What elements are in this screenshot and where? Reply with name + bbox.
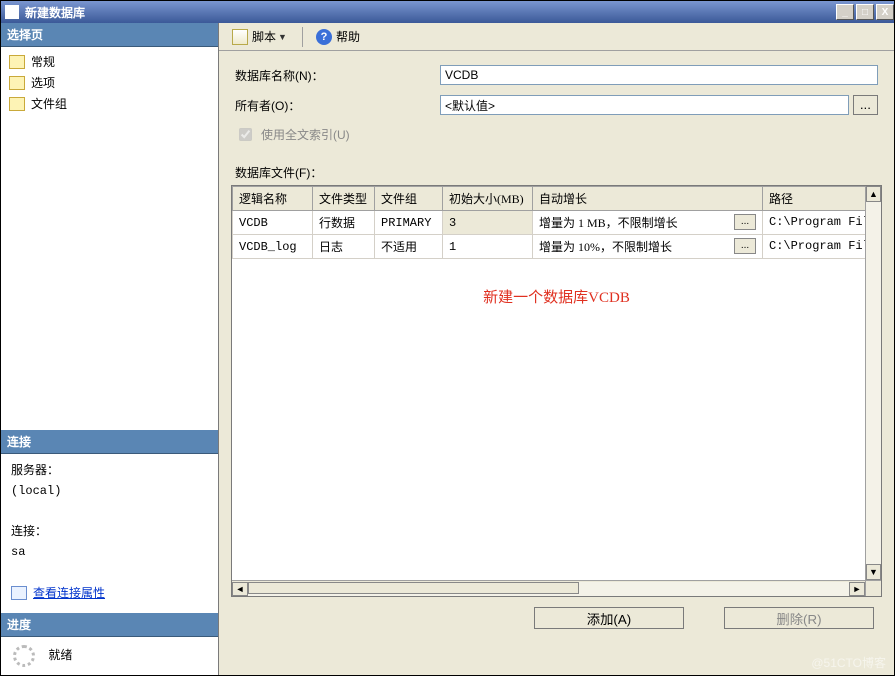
help-icon: ? — [316, 29, 332, 45]
sidebar-header-connection: 连接 — [1, 430, 218, 454]
autogrow-browse-button[interactable]: ... — [734, 214, 756, 230]
autogrow-browse-button[interactable]: ... — [734, 238, 756, 254]
table-row[interactable]: VCDB 行数据 PRIMARY 3 增量为 1 MB，不限制增长 ... ..… — [233, 211, 883, 235]
script-icon — [232, 29, 248, 45]
dbname-input[interactable] — [440, 65, 878, 85]
cell-filegroup[interactable]: PRIMARY — [375, 211, 443, 235]
title-bar: 新建数据库 _ □ X — [1, 1, 894, 23]
scroll-left-icon[interactable]: ◄ — [232, 582, 248, 596]
main-panel: 脚本 ▼ ? 帮助 数据库名称(N)： 所有者(O)： — [219, 23, 894, 675]
th-initsize[interactable]: 初始大小(MB) — [443, 187, 533, 211]
sidebar-item-options[interactable]: 选项 — [1, 72, 218, 93]
server-value: (local) — [11, 481, 208, 501]
scroll-thumb[interactable] — [248, 582, 579, 594]
minimize-button[interactable]: _ — [836, 4, 854, 20]
connection-info: 服务器： (local) 连接： sa 查看连接属性 — [1, 454, 218, 613]
progress-spinner-icon — [13, 645, 35, 667]
filetable-caption: 数据库文件(F)： — [219, 164, 894, 185]
owner-input[interactable] — [440, 95, 849, 115]
maximize-button[interactable]: □ — [856, 4, 874, 20]
owner-label: 所有者(O)： — [235, 97, 440, 114]
page-icon — [9, 76, 25, 90]
fulltext-checkbox — [239, 128, 252, 141]
th-autogrow[interactable]: 自动增长 — [533, 187, 763, 211]
sidebar-item-label: 文件组 — [31, 95, 67, 112]
help-button[interactable]: ? 帮助 — [309, 25, 367, 48]
sidebar: 选择页 常规 选项 文件组 连接 服务器： (local) — [1, 23, 219, 675]
th-filegroup[interactable]: 文件组 — [375, 187, 443, 211]
table-row[interactable]: VCDB_log 日志 不适用 1 增量为 10%，不限制增长 ... ... … — [233, 235, 883, 259]
page-icon — [9, 55, 25, 69]
connection-props-icon — [11, 586, 27, 600]
connection-label: 连接： — [11, 521, 208, 541]
owner-browse-button[interactable]: ... — [853, 95, 878, 115]
progress-box: 就绪 — [1, 637, 218, 675]
cell-filetype[interactable]: 行数据 — [313, 211, 375, 235]
sidebar-header-select: 选择页 — [1, 23, 218, 47]
cell-initsize[interactable]: 3 — [443, 211, 533, 235]
window-title: 新建数据库 — [25, 4, 85, 21]
cell-filegroup[interactable]: 不适用 — [375, 235, 443, 259]
app-icon — [5, 5, 19, 19]
sidebar-header-progress: 进度 — [1, 613, 218, 637]
connection-value: sa — [11, 542, 208, 562]
fulltext-label: 使用全文索引(U) — [261, 126, 350, 143]
sidebar-item-filegroups[interactable]: 文件组 — [1, 93, 218, 114]
annotation-text: 新建一个数据库VCDB — [232, 286, 881, 307]
sidebar-item-label: 常规 — [31, 53, 55, 70]
table-header-row: 逻辑名称 文件类型 文件组 初始大小(MB) 自动增长 路径 — [233, 187, 883, 211]
toolbar: 脚本 ▼ ? 帮助 — [219, 23, 894, 51]
cell-initsize[interactable]: 1 — [443, 235, 533, 259]
th-filetype[interactable]: 文件类型 — [313, 187, 375, 211]
horizontal-scrollbar[interactable]: ◄ ► — [232, 580, 865, 596]
cell-autogrow-text: 增量为 10%，不限制增长 — [539, 240, 672, 254]
sidebar-item-label: 选项 — [31, 74, 55, 91]
cell-filetype[interactable]: 日志 — [313, 235, 375, 259]
close-button[interactable]: X — [876, 4, 894, 20]
th-logical[interactable]: 逻辑名称 — [233, 187, 313, 211]
chevron-down-icon[interactable]: ▼ — [276, 32, 289, 42]
vertical-scrollbar[interactable]: ▲ ▼ — [865, 186, 881, 580]
scroll-right-icon[interactable]: ► — [849, 582, 865, 596]
cell-logical[interactable]: VCDB_log — [233, 235, 313, 259]
cell-autogrow-text: 增量为 1 MB，不限制增长 — [539, 216, 678, 230]
dbname-label: 数据库名称(N)： — [235, 67, 440, 84]
scroll-down-icon[interactable]: ▼ — [866, 564, 881, 580]
view-connection-props-link[interactable]: 查看连接属性 — [33, 583, 105, 603]
remove-button: 删除(R) — [724, 607, 874, 629]
sidebar-item-general[interactable]: 常规 — [1, 51, 218, 72]
server-label: 服务器： — [11, 460, 208, 480]
cell-autogrow[interactable]: 增量为 10%，不限制增长 ... — [533, 235, 763, 259]
progress-status: 就绪 — [48, 648, 72, 662]
cell-logical[interactable]: VCDB — [233, 211, 313, 235]
scroll-corner — [865, 580, 881, 596]
help-label: 帮助 — [336, 28, 360, 45]
scroll-up-icon[interactable]: ▲ — [866, 186, 881, 202]
toolbar-separator — [302, 27, 303, 47]
script-label: 脚本 — [252, 28, 276, 45]
file-table-container: 逻辑名称 文件类型 文件组 初始大小(MB) 自动增长 路径 VCDB 行数据 — [231, 185, 882, 597]
add-button[interactable]: 添加(A) — [534, 607, 684, 629]
file-table[interactable]: 逻辑名称 文件类型 文件组 初始大小(MB) 自动增长 路径 VCDB 行数据 — [232, 186, 882, 259]
page-icon — [9, 97, 25, 111]
cell-autogrow[interactable]: 增量为 1 MB，不限制增长 ... — [533, 211, 763, 235]
script-button[interactable]: 脚本 ▼ — [225, 25, 296, 48]
